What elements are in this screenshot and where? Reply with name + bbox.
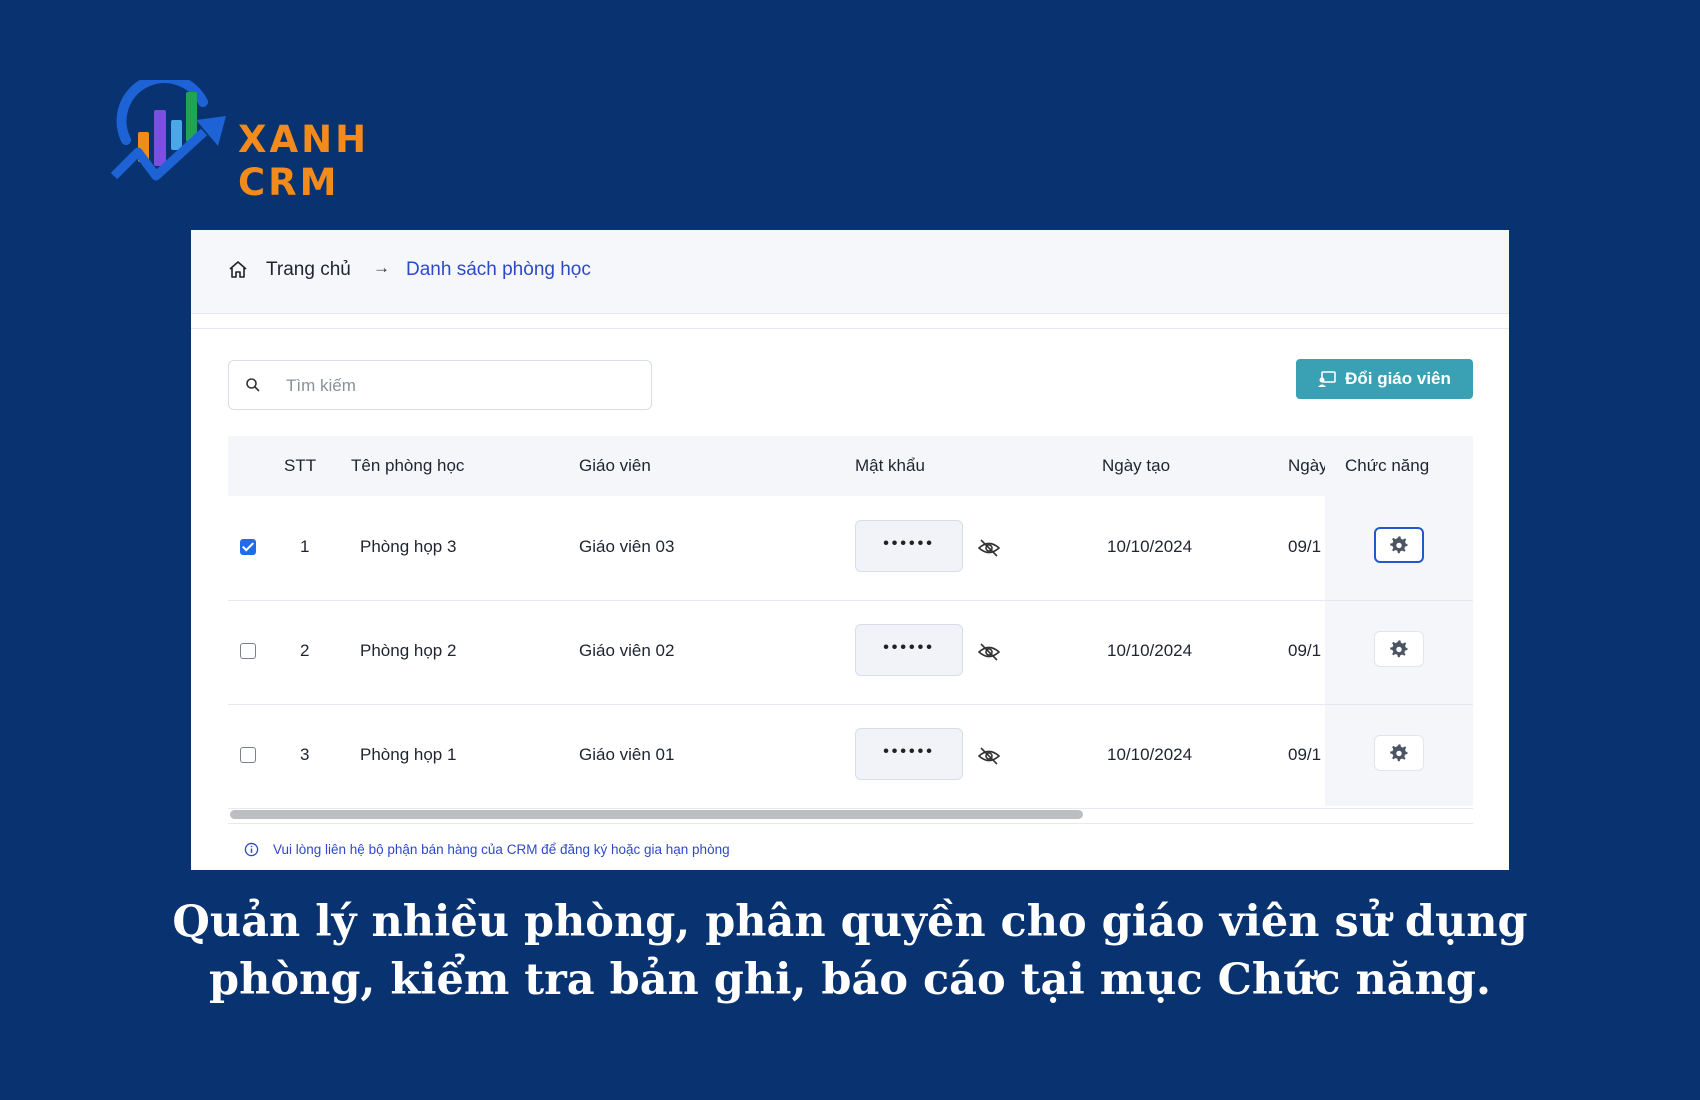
table-header: STT Tên phòng học Giáo viên Mật khẩu Ngà… xyxy=(228,436,1473,496)
logo-graphic-icon xyxy=(110,80,226,181)
row-next: 09/1 xyxy=(1288,745,1322,764)
search-icon xyxy=(246,378,260,392)
password-field[interactable]: •••••• xyxy=(855,728,963,780)
settings-button[interactable] xyxy=(1374,527,1424,563)
search-input[interactable] xyxy=(284,373,628,399)
col-stt: STT xyxy=(284,456,317,475)
table-row: 1 Phòng họp 3 Giáo viên 03 •••••• 10/10/… xyxy=(228,496,1473,601)
col-password: Mật khẩu xyxy=(855,456,925,475)
change-teacher-button[interactable]: Đổi giáo viên xyxy=(1296,359,1473,399)
change-teacher-label: Đổi giáo viên xyxy=(1345,369,1451,388)
info-icon xyxy=(244,842,259,857)
scrollbar-thumb[interactable] xyxy=(230,810,1083,819)
breadcrumb-home[interactable]: Trang chủ xyxy=(266,259,351,281)
caption-line-2: phòng, kiểm tra bản ghi, báo cáo tại mục… xyxy=(209,955,1491,1005)
home-icon[interactable] xyxy=(228,260,248,280)
row-next: 09/1 xyxy=(1288,641,1322,660)
row-next: 09/1 xyxy=(1288,537,1322,556)
row-created: 10/10/2024 xyxy=(1107,641,1193,660)
caption-line-1: Quản lý nhiều phòng, phân quyền cho giáo… xyxy=(172,897,1528,947)
notice-text: Vui lòng liên hệ bộ phận bán hàng của CR… xyxy=(273,842,730,857)
search-box[interactable] xyxy=(228,360,652,410)
col-teacher: Giáo viên xyxy=(579,456,651,475)
row-checkbox[interactable] xyxy=(240,643,256,659)
password-field[interactable]: •••••• xyxy=(855,624,963,676)
table-row: 2 Phòng họp 2 Giáo viên 02 •••••• 10/10/… xyxy=(228,600,1473,705)
row-stt: 2 xyxy=(300,641,310,660)
gear-icon xyxy=(1390,640,1408,658)
breadcrumb: Trang chủ → Danh sách phòng học xyxy=(191,230,1509,314)
col-room: Tên phòng học xyxy=(351,456,465,475)
eye-off-icon[interactable] xyxy=(978,539,1000,557)
row-checkbox[interactable] xyxy=(240,747,256,763)
room-list-panel: Trang chủ → Danh sách phòng học Đổi giáo… xyxy=(191,230,1509,870)
col-actions: Chức năng xyxy=(1345,456,1430,475)
row-stt: 1 xyxy=(300,537,310,556)
brand-name: XANH CRM xyxy=(238,118,370,204)
notice: Vui lòng liên hệ bộ phận bán hàng của CR… xyxy=(244,842,730,857)
breadcrumb-separator: → xyxy=(373,258,390,277)
row-stt: 3 xyxy=(300,745,310,764)
row-teacher: Giáo viên 03 xyxy=(579,537,675,556)
row-created: 10/10/2024 xyxy=(1107,537,1193,556)
eye-off-icon[interactable] xyxy=(978,643,1000,661)
row-room: Phòng họp 1 xyxy=(360,745,457,764)
row-teacher: Giáo viên 02 xyxy=(579,641,675,660)
col-created: Ngày tạo xyxy=(1102,456,1171,475)
eye-off-icon[interactable] xyxy=(978,747,1000,765)
divider xyxy=(228,823,1473,824)
row-created: 10/10/2024 xyxy=(1107,745,1193,764)
horizontal-scrollbar[interactable] xyxy=(228,808,1473,820)
row-teacher: Giáo viên 01 xyxy=(579,745,675,764)
table-row: 3 Phòng họp 1 Giáo viên 01 •••••• 10/10/… xyxy=(228,704,1473,809)
col-next: Ngày xyxy=(1288,456,1325,475)
row-checkbox[interactable] xyxy=(240,539,256,555)
caption: Quản lý nhiều phòng, phân quyền cho giáo… xyxy=(0,893,1700,1009)
brand-logo: XANH CRM xyxy=(108,80,468,204)
password-field[interactable]: •••••• xyxy=(855,520,963,572)
breadcrumb-current[interactable]: Danh sách phòng học xyxy=(406,259,591,281)
row-room: Phòng họp 3 xyxy=(360,537,457,556)
change-teacher-icon xyxy=(1318,371,1336,387)
gear-icon xyxy=(1390,744,1408,762)
rooms-table: STT Tên phòng học Giáo viên Mật khẩu Ngà… xyxy=(228,436,1473,809)
row-room: Phòng họp 2 xyxy=(360,641,457,660)
settings-button[interactable] xyxy=(1374,631,1424,667)
divider xyxy=(191,328,1509,329)
settings-button[interactable] xyxy=(1374,735,1424,771)
gear-icon xyxy=(1390,536,1408,554)
